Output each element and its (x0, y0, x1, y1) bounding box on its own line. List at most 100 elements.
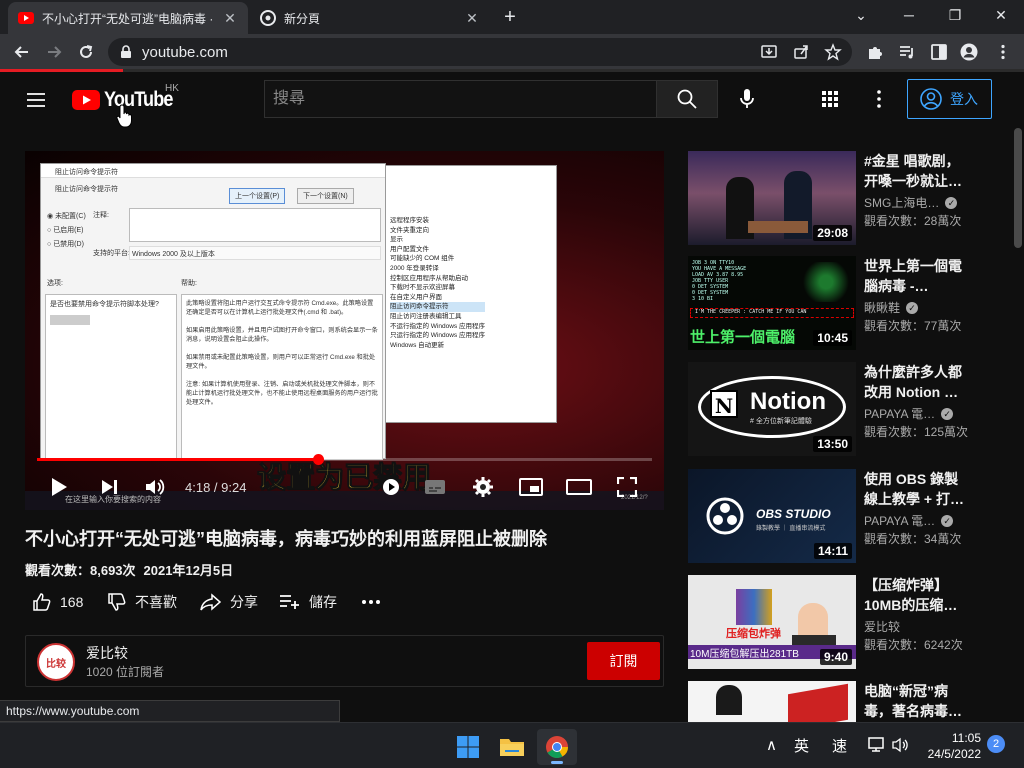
like-button[interactable]: 168 (32, 590, 83, 614)
volume-button[interactable] (141, 473, 169, 501)
subtitles-button[interactable] (421, 473, 449, 501)
play-button[interactable] (45, 473, 73, 501)
tab-new-tab[interactable]: 新分頁 ✕ (250, 2, 490, 34)
chrome-icon (546, 736, 568, 758)
lock-icon[interactable] (120, 45, 132, 59)
sign-in-button[interactable]: 登入 (907, 79, 992, 119)
chrome-taskbar-button[interactable] (537, 729, 577, 765)
notification-badge[interactable]: 2 (987, 735, 1005, 753)
subscribe-button[interactable]: 訂閱 (587, 642, 660, 680)
share-icon[interactable] (792, 43, 810, 61)
start-button[interactable] (448, 729, 488, 765)
thumb-brand: Notion (750, 388, 826, 415)
video-player[interactable]: 远程程序安装 文件夹重定向 显示 用户配置文件 可能缺少的 COM 组件 2000 年登录… (25, 151, 664, 510)
share-label: 分享 (230, 594, 258, 610)
search-button[interactable] (656, 80, 718, 118)
close-window-icon[interactable]: ✕ (978, 0, 1024, 30)
search-input[interactable] (265, 81, 656, 117)
ime-mode[interactable]: 速 (832, 735, 847, 756)
channel-avatar[interactable]: 比较 (37, 643, 75, 681)
minimize-icon[interactable]: ─ (886, 0, 932, 30)
recommended-video[interactable]: OBS STUDIO 錄製教學 ｜ 直播串流模式 14:11 使用 OBS 錄製… (688, 469, 998, 565)
hamburger-menu-icon[interactable] (24, 88, 48, 112)
install-app-icon[interactable] (760, 43, 778, 61)
forward-icon[interactable] (42, 40, 66, 64)
recommended-channel[interactable]: PAPAYA 電… ✓ (864, 512, 954, 529)
video-thumbnail[interactable]: OBS STUDIO 錄製教學 ｜ 直播串流模式 14:11 (688, 469, 856, 563)
recommended-views: 觀看次數：77萬次 (864, 319, 962, 333)
autoplay-toggle[interactable] (377, 473, 405, 501)
search-box[interactable] (264, 80, 656, 118)
channel-name[interactable]: 爱比较 (86, 643, 128, 663)
thumb-caption: 世上第一個電腦 (690, 329, 796, 346)
recommended-video[interactable]: N Notion # 全方位新筆記體驗 13:50 為什麼許多人都改用 Noti… (688, 362, 998, 458)
browser-tab-strip: 不小心打开“无处可逃”电脑病毒 · ✕ 新分頁 ✕ + ⌄ ─ ❐ ✕ (0, 0, 1024, 34)
clock-date: 24/5/2022 (927, 747, 981, 761)
save-button[interactable]: 儲存 (279, 590, 337, 614)
tab-search-chevron-icon[interactable]: ⌄ (838, 0, 884, 30)
hand-cursor-icon (116, 104, 132, 128)
more-actions-button[interactable] (361, 590, 381, 614)
video-thumbnail[interactable]: 压缩包炸弹 10M压缩包解压出281TB 9:40 (688, 575, 856, 669)
progress-bar[interactable] (37, 454, 652, 465)
profile-icon[interactable] (960, 43, 978, 61)
reload-icon[interactable] (74, 40, 98, 64)
recommended-video[interactable]: 电脑“新冠”病毒，著名病毒… (688, 681, 998, 722)
account-icon (920, 88, 942, 110)
file-explorer-button[interactable] (492, 729, 532, 765)
thumb-sub: 錄製教學 ｜ 直播串流模式 (756, 526, 826, 532)
settings-button[interactable] (469, 473, 497, 501)
scrubber-handle[interactable] (313, 454, 325, 465)
dislike-button[interactable]: 不喜歡 (107, 590, 177, 614)
recommended-title[interactable]: 世界上第一個電腦病毒 -… (864, 256, 964, 296)
recommended-channel[interactable]: SMG上海电… ✓ (864, 194, 958, 211)
new-tab-button[interactable]: + (498, 6, 522, 30)
fullscreen-button[interactable] (613, 473, 641, 501)
miniplayer-icon (519, 478, 543, 496)
thumb-brand: OBS STUDIO (756, 507, 831, 521)
channel-card: 比较 爱比较 1020 位訂閱者 訂閱 (25, 635, 664, 687)
tray-chevron-icon[interactable]: ∧ (766, 736, 777, 754)
recommended-video[interactable]: 29:08 #金星 唱歌剧，开嗓一秒就让… SMG上海电… ✓ 觀看次數：28萬次 (688, 151, 998, 247)
search-icon (677, 89, 697, 109)
tab-close-icon[interactable]: ✕ (222, 10, 238, 26)
settings-more-icon[interactable] (870, 89, 888, 109)
recommended-title[interactable]: 电脑“新冠”病毒，著名病毒… (864, 681, 964, 721)
recommended-channel[interactable]: 爱比较 (864, 618, 900, 635)
page-scrollbar[interactable] (1014, 128, 1022, 248)
restore-icon[interactable]: ❐ (932, 0, 978, 30)
video-thumbnail[interactable]: JOB 3 ON TTY10 YOU HAVE A MESSAGE LOAD AV … (688, 256, 856, 350)
recommended-title[interactable]: #金星 唱歌剧，开嗓一秒就让… (864, 151, 964, 191)
browser-menu-icon[interactable] (994, 43, 1012, 61)
video-thumbnail[interactable]: 29:08 (688, 151, 856, 245)
gear-icon (473, 477, 493, 497)
ime-language[interactable]: 英 (794, 735, 809, 756)
network-icon[interactable] (868, 737, 886, 753)
video-thumbnail[interactable]: N Notion # 全方位新筆記體驗 13:50 (688, 362, 856, 456)
recommended-video[interactable]: JOB 3 ON TTY10 YOU HAVE A MESSAGE LOAD AV … (688, 256, 998, 352)
side-panel-icon[interactable] (930, 43, 948, 61)
next-video-button[interactable] (95, 473, 123, 501)
recommended-title[interactable]: 【压缩炸弹】10MB的压缩… (864, 575, 964, 615)
recommended-channel[interactable]: PAPAYA 電… ✓ (864, 405, 954, 422)
taskbar-clock[interactable]: 11:05 24/5/2022 (925, 730, 981, 762)
theater-mode-button[interactable] (565, 473, 593, 501)
media-control-icon[interactable] (898, 43, 916, 61)
address-bar[interactable]: youtube.com (108, 38, 852, 66)
miniplayer-button[interactable] (517, 473, 545, 501)
voice-search-button[interactable] (734, 86, 760, 112)
apps-grid-icon[interactable] (820, 89, 840, 109)
extensions-puzzle-icon[interactable] (866, 43, 884, 61)
tab-youtube-video[interactable]: 不小心打开“无处可逃”电脑病毒 · ✕ (8, 2, 248, 34)
recommended-channel[interactable]: 瞅瞅鞋 ✓ (864, 299, 919, 316)
recommended-title[interactable]: 使用 OBS 錄製線上教學 + 打… (864, 469, 964, 509)
tab-close-icon[interactable]: ✕ (464, 10, 480, 26)
share-button[interactable]: 分享 (200, 590, 258, 614)
recommended-video[interactable]: 压缩包炸弹 10M压缩包解压出281TB 9:40 【压缩炸弹】10MB的压缩…… (688, 575, 998, 671)
speaker-icon[interactable] (892, 737, 910, 753)
video-thumbnail[interactable] (688, 681, 856, 722)
back-icon[interactable] (10, 40, 34, 64)
bookmark-star-icon[interactable] (824, 43, 842, 61)
chrome-favicon-icon (260, 10, 276, 26)
recommended-title[interactable]: 為什麼許多人都改用 Notion … (864, 362, 964, 402)
